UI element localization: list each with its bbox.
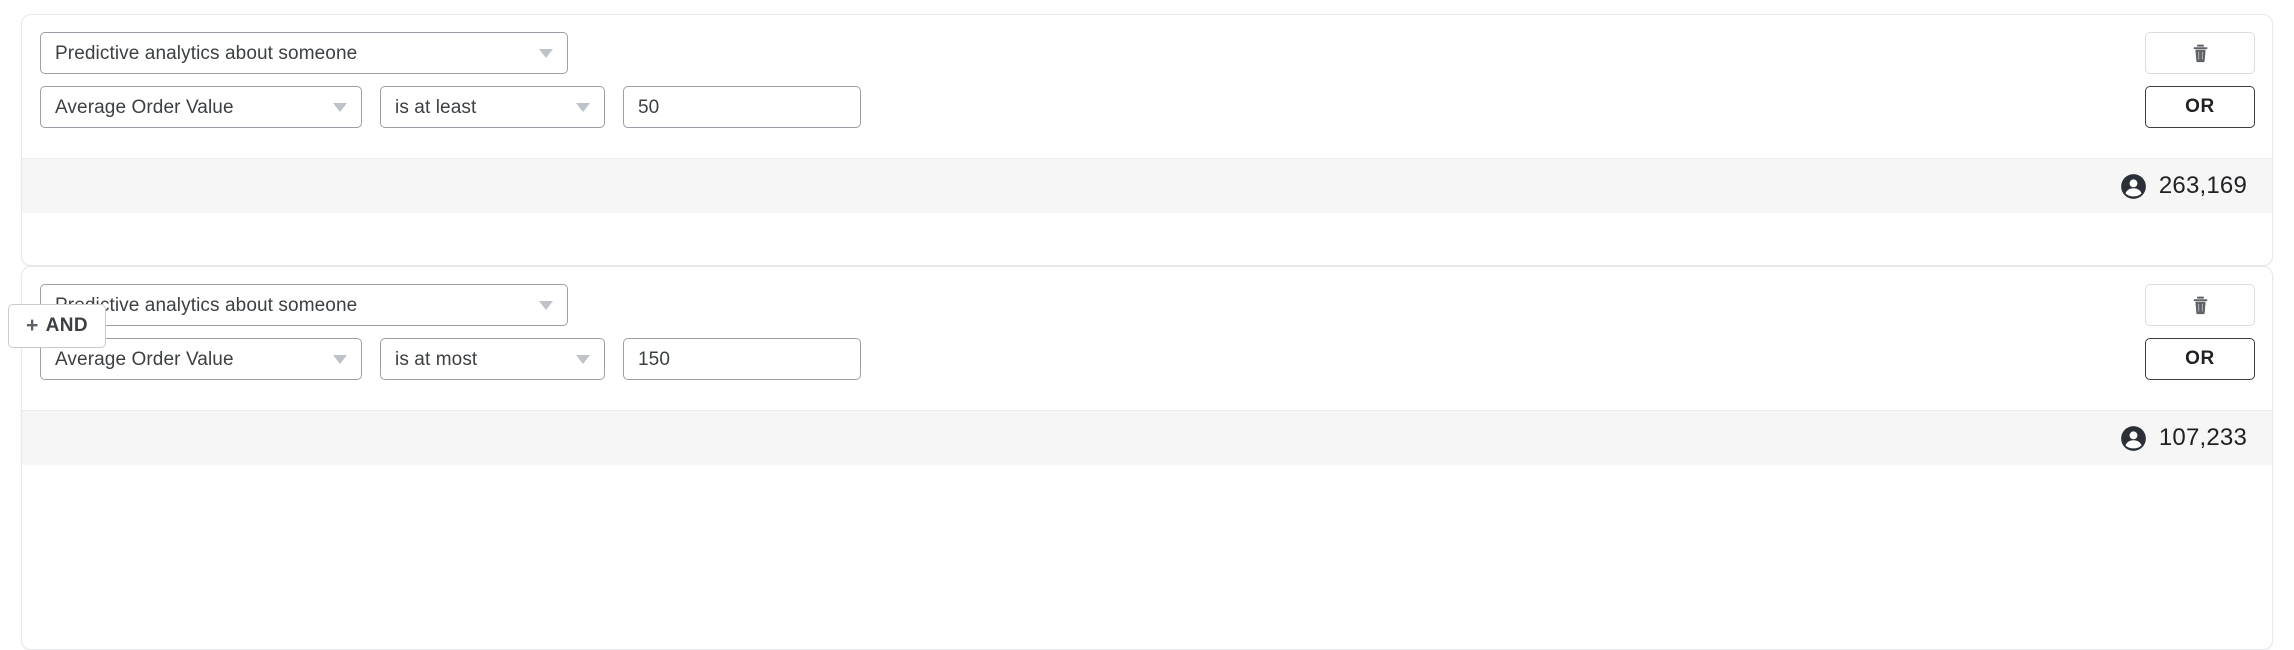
metric-select-2-value: Average Order Value: [55, 349, 234, 369]
condition-group-2-body: Predictive analytics about someone Avera…: [22, 267, 2272, 410]
chevron-down-icon: [333, 354, 347, 364]
metric-select-1-value: Average Order Value: [55, 97, 234, 117]
value-input-2-value: 150: [638, 349, 671, 369]
operator-select-2-value: is at most: [395, 349, 478, 369]
value-input-2[interactable]: 150: [623, 338, 861, 380]
trash-icon: [2193, 296, 2207, 314]
operator-select-1[interactable]: is at least: [380, 86, 605, 128]
chevron-down-icon: [576, 354, 590, 364]
plus-icon: +: [26, 313, 39, 337]
attribute-select-2[interactable]: Predictive analytics about someone: [40, 284, 568, 326]
operator-select-1-value: is at least: [395, 97, 477, 117]
add-and-condition-button[interactable]: + AND: [8, 304, 107, 348]
condition-group-2: Predictive analytics about someone Avera…: [21, 266, 2273, 650]
attribute-select-1-value: Predictive analytics about someone: [55, 43, 358, 63]
value-input-1-value: 50: [638, 97, 660, 117]
chevron-down-icon: [539, 300, 553, 310]
audience-count-2: 107,233: [2120, 425, 2247, 452]
audience-count-2-value: 107,233: [2158, 424, 2247, 451]
trash-icon: [2193, 44, 2207, 62]
chevron-down-icon: [539, 48, 553, 58]
person-icon: [2120, 425, 2146, 451]
delete-condition-button-2[interactable]: [2145, 284, 2255, 326]
audience-count-footer-1: 263,169: [22, 158, 2272, 213]
chevron-down-icon: [333, 102, 347, 112]
person-icon: [2120, 173, 2146, 199]
attribute-select-2-value: Predictive analytics about someone: [55, 295, 358, 315]
audience-count-footer-2: 107,233: [22, 410, 2272, 465]
or-button-1-label: OR: [2185, 96, 2215, 117]
condition-group-1: Predictive analytics about someone Avera…: [21, 14, 2273, 266]
add-and-condition-label: AND: [45, 315, 89, 336]
condition-group-1-body: Predictive analytics about someone Avera…: [22, 15, 2272, 158]
value-input-1[interactable]: 50: [623, 86, 861, 128]
segment-condition-builder: Predictive analytics about someone Avera…: [0, 0, 2294, 650]
audience-count-1: 263,169: [2120, 173, 2247, 200]
metric-select-1[interactable]: Average Order Value: [40, 86, 362, 128]
or-button-2-label: OR: [2185, 348, 2215, 369]
or-button-2[interactable]: OR: [2145, 338, 2255, 380]
chevron-down-icon: [576, 102, 590, 112]
attribute-select-1[interactable]: Predictive analytics about someone: [40, 32, 568, 74]
operator-select-2[interactable]: is at most: [380, 338, 605, 380]
delete-condition-button-1[interactable]: [2145, 32, 2255, 74]
or-button-1[interactable]: OR: [2145, 86, 2255, 128]
audience-count-1-value: 263,169: [2158, 172, 2247, 199]
